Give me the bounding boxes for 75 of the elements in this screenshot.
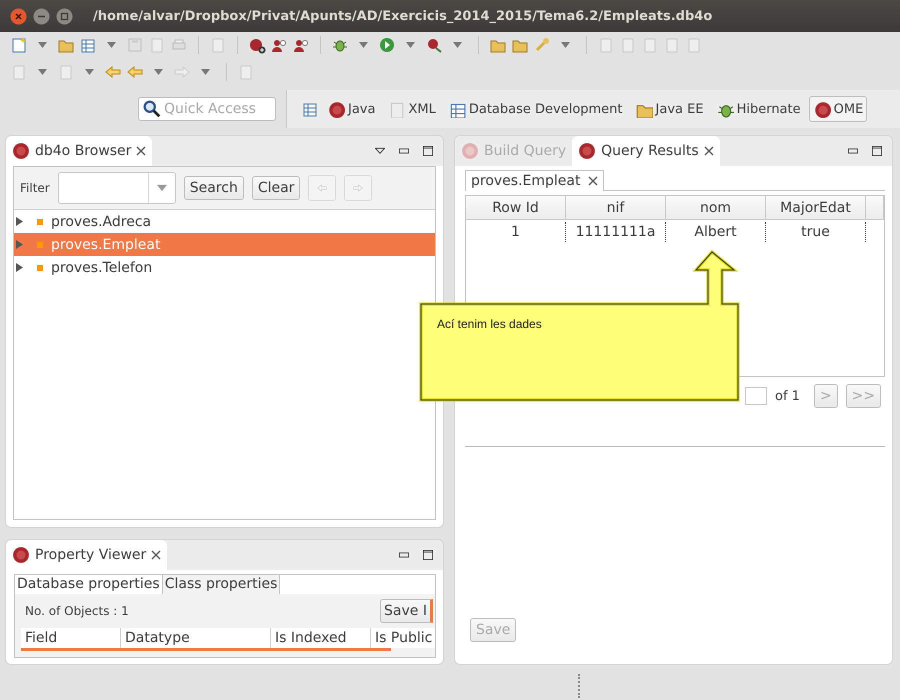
save-button[interactable]: Save I bbox=[380, 599, 433, 623]
minimize-icon[interactable] bbox=[399, 146, 409, 156]
perspective-icon bbox=[327, 100, 345, 118]
column-header[interactable]: MajorEdat bbox=[766, 196, 866, 220]
expand-arrow-icon[interactable] bbox=[16, 263, 23, 272]
perspective-button[interactable]: Java bbox=[323, 96, 380, 122]
perspective-button[interactable]: XML bbox=[383, 96, 440, 122]
object-count: No. of Objects : 1 bbox=[25, 604, 129, 618]
result-tab[interactable]: proves.Empleat bbox=[465, 170, 604, 191]
page-count: of 1 bbox=[775, 388, 800, 404]
expand-arrow-icon[interactable] bbox=[16, 217, 23, 226]
minimize-icon[interactable] bbox=[399, 550, 409, 560]
view-tab[interactable]: Property Viewer bbox=[6, 540, 168, 570]
filter-label: Filter bbox=[20, 181, 50, 195]
view-menu-icon[interactable] bbox=[375, 146, 385, 156]
column-header[interactable]: Field bbox=[21, 628, 121, 648]
view-tab[interactable]: Query Results bbox=[572, 136, 720, 166]
table-cell: true bbox=[766, 222, 866, 242]
quick-access-field[interactable]: Quick Access bbox=[138, 97, 276, 121]
perspective-button[interactable]: OME bbox=[808, 96, 868, 122]
column-header[interactable]: Datatype bbox=[121, 628, 271, 648]
database-icon bbox=[12, 142, 30, 160]
left-arrow-icon[interactable] bbox=[126, 63, 144, 81]
column-header[interactable]: nom bbox=[666, 196, 766, 220]
column-header[interactable]: Is Indexed bbox=[271, 628, 371, 648]
database-icon bbox=[461, 142, 479, 160]
table-cell: Albert bbox=[666, 222, 766, 242]
close-icon[interactable] bbox=[151, 550, 162, 560]
right-arrow-icon bbox=[353, 183, 364, 193]
tree-item[interactable]: proves.Adreca bbox=[14, 210, 435, 233]
left-arrow-icon bbox=[317, 183, 328, 193]
dropdown-caret-icon[interactable] bbox=[85, 69, 94, 75]
close-icon[interactable] bbox=[588, 176, 598, 186]
clear-button[interactable]: Clear bbox=[252, 176, 300, 200]
column-header[interactable]: Row Id bbox=[466, 196, 566, 220]
dropdown-caret-icon[interactable] bbox=[156, 183, 167, 193]
dropdown-caret-icon[interactable] bbox=[201, 69, 210, 75]
column-header[interactable]: Is Public bbox=[371, 628, 435, 648]
dropdown-caret-icon[interactable] bbox=[38, 69, 47, 75]
dropdown-caret-icon[interactable] bbox=[107, 42, 116, 48]
perspective-icon bbox=[812, 100, 831, 118]
database-icon bbox=[12, 546, 30, 564]
database-add-icon[interactable] bbox=[248, 36, 266, 54]
maximize-icon[interactable] bbox=[423, 146, 433, 156]
dropdown-caret-icon[interactable] bbox=[359, 42, 368, 48]
view-tab[interactable]: db4o Browser bbox=[6, 136, 152, 166]
search-icon bbox=[143, 100, 161, 118]
run-icon[interactable] bbox=[378, 36, 396, 54]
table-cell: 11111111a bbox=[566, 222, 666, 242]
search-button[interactable]: Search bbox=[184, 176, 244, 200]
database-icon bbox=[578, 142, 596, 160]
close-icon[interactable] bbox=[704, 146, 714, 156]
perspective-button[interactable]: Hibernate bbox=[712, 96, 805, 122]
minimize-icon[interactable] bbox=[848, 146, 858, 156]
maximize-icon[interactable] bbox=[423, 550, 433, 560]
perspective-button[interactable]: Database Development bbox=[444, 96, 627, 122]
dropdown-caret-icon[interactable] bbox=[453, 42, 462, 48]
tab[interactable]: Class properties bbox=[162, 575, 280, 594]
close-icon[interactable] bbox=[136, 146, 146, 156]
window-title: /home/alvar/Dropbox/Privat/Apunts/AD/Exercicis_2014_2015/Tema6.2/Empleats.db4o bbox=[93, 8, 712, 24]
dropdown-caret-icon[interactable] bbox=[406, 42, 415, 48]
callout-text: Ací tenim les dades bbox=[437, 317, 542, 331]
dropdown-caret-icon[interactable] bbox=[38, 42, 47, 48]
page-field[interactable] bbox=[745, 387, 767, 405]
close-icon[interactable] bbox=[10, 8, 27, 24]
left-arrow-icon[interactable] bbox=[104, 63, 122, 81]
dropdown-caret-icon[interactable] bbox=[154, 69, 163, 75]
table-cell: 1 bbox=[466, 222, 566, 242]
tab[interactable]: Database properties bbox=[15, 575, 163, 594]
column-header[interactable]: nif bbox=[566, 196, 666, 220]
maximize-icon[interactable] bbox=[872, 146, 882, 156]
new-document-icon[interactable] bbox=[10, 36, 28, 54]
dropdown-caret-icon[interactable] bbox=[561, 42, 570, 48]
tree-item[interactable]: proves.Telefon bbox=[14, 256, 435, 279]
perspective-button[interactable]: Java EE bbox=[630, 96, 708, 122]
